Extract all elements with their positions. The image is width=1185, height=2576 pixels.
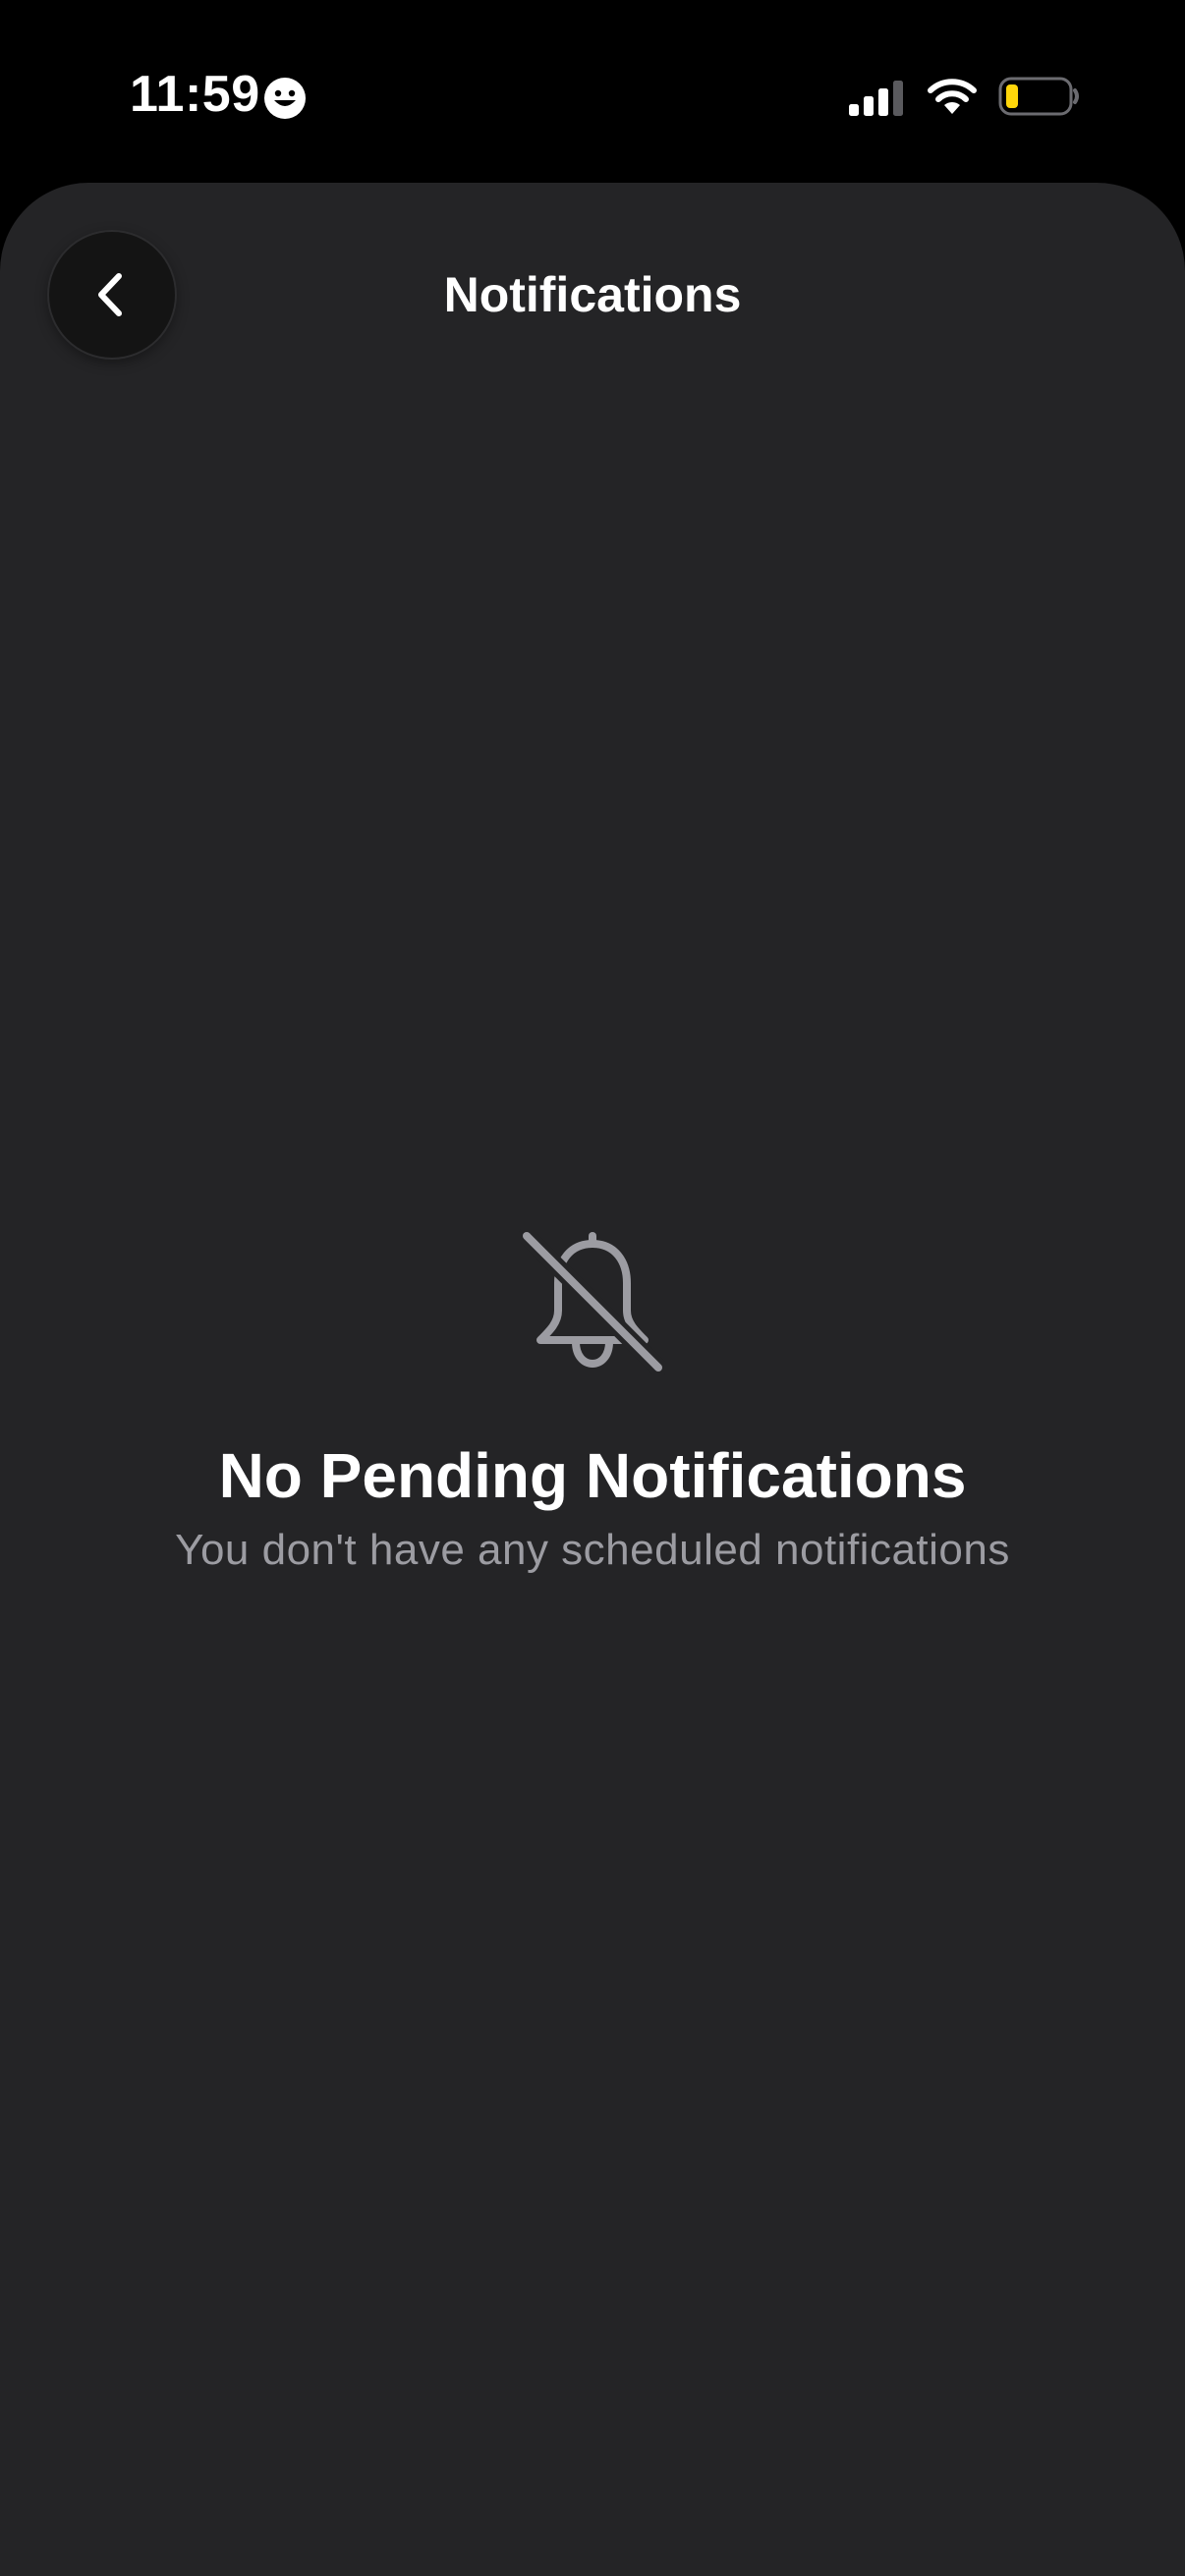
empty-state-title: No Pending Notifications (218, 1440, 967, 1511)
bell-slash-icon (519, 1228, 666, 1375)
status-time: 11:59 (130, 66, 260, 123)
smiley-face-icon (264, 78, 306, 119)
empty-state: No Pending Notifications You don't have … (0, 1228, 1185, 1578)
page-title: Notifications (443, 267, 742, 322)
wifi-icon (928, 79, 977, 114)
status-bar: 11:59 (0, 0, 1185, 183)
empty-state-subtitle: You don't have any scheduled notificatio… (175, 1526, 1010, 1574)
cellular-signal-icon (849, 81, 903, 116)
battery-low-icon (998, 77, 1079, 116)
